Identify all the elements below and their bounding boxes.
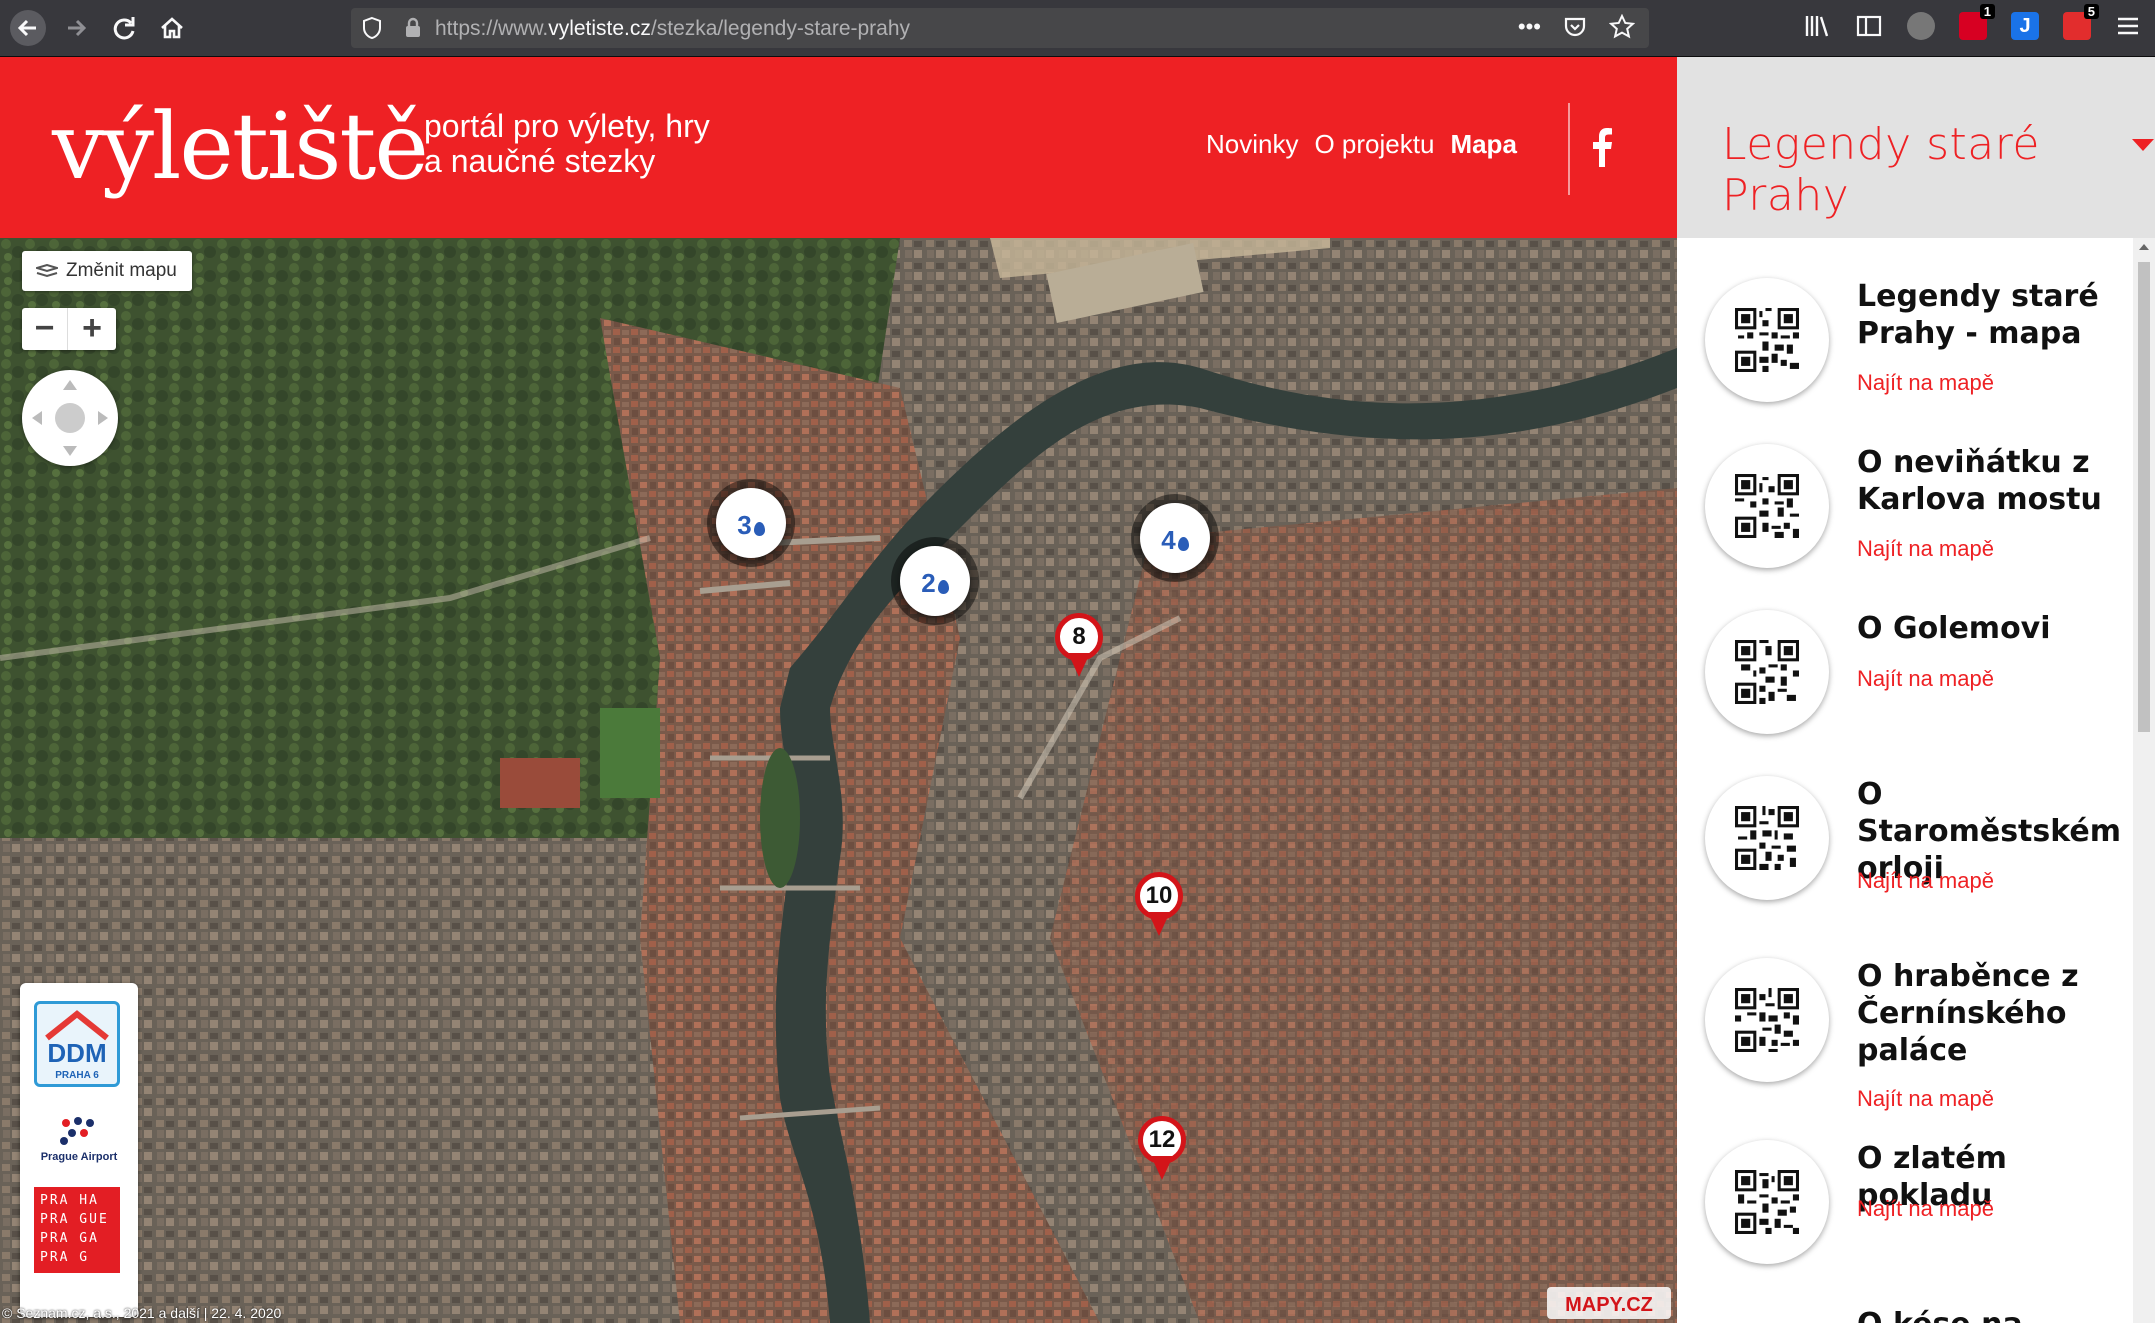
home-icon	[161, 17, 183, 39]
pan-knob[interactable]	[55, 403, 85, 433]
find-on-map-link[interactable]: Najít na mapě	[1857, 666, 1994, 692]
praha-logo[interactable]: PRA HA PRA GUE PRA GA PRA G	[34, 1187, 120, 1273]
zoom-in-button[interactable]: +	[69, 308, 115, 350]
map-cluster-marker[interactable]: 2	[900, 546, 970, 616]
site-header: výletiště portál pro výlety, hry a naučn…	[0, 57, 1677, 238]
svg-text:MAPY.CZ: MAPY.CZ	[1565, 1294, 1653, 1316]
map-pin-marker[interactable]: 12	[1138, 1116, 1188, 1180]
qr-code-icon[interactable]	[1705, 776, 1829, 900]
scrollbar-thumb[interactable]	[2138, 262, 2150, 732]
qr-code-graphic	[1735, 1170, 1799, 1234]
extension-stack-icon[interactable]: 5	[2063, 4, 2099, 40]
qr-code-icon[interactable]	[1705, 278, 1829, 402]
chevron-down-icon[interactable]	[2132, 139, 2154, 151]
nav-link-mapa[interactable]: Mapa	[1450, 129, 1516, 160]
location-drop-icon	[937, 580, 949, 594]
library-icon[interactable]	[1803, 13, 1831, 39]
partner-logos: DDM PRAHA 6 Prague Airport PRA HA PRA GU…	[20, 983, 138, 1317]
sidebar-scrollbar[interactable]	[2133, 238, 2155, 1323]
map-view[interactable]: Změnit mapu − + 3 2 4 8 10 12 DDM PRAHA …	[0, 238, 1677, 1323]
shield-icon[interactable]	[361, 16, 383, 40]
svg-text:DDM: DDM	[47, 1038, 106, 1068]
pan-right-icon[interactable]	[98, 411, 108, 425]
trail-header[interactable]: Legendy staré Prahy	[1677, 57, 2155, 238]
address-bar[interactable]: https://www.vyletiste.cz/stezka/legendy-…	[351, 8, 1649, 48]
lock-icon[interactable]	[403, 16, 423, 40]
pan-left-icon[interactable]	[32, 411, 42, 425]
facebook-icon[interactable]	[1590, 127, 1614, 167]
bookmark-star-icon[interactable]	[1609, 14, 1635, 40]
stop-title[interactable]: O kése na	[1857, 1306, 2125, 1323]
location-drop-icon	[1177, 537, 1189, 551]
change-map-button[interactable]: Změnit mapu	[22, 251, 192, 291]
nav-link-novinky[interactable]: Novinky	[1206, 129, 1298, 160]
find-on-map-link[interactable]: Najít na mapě	[1857, 1196, 1994, 1222]
map-pin-marker[interactable]: 10	[1135, 872, 1185, 936]
header-divider	[1568, 103, 1570, 195]
browser-toolbar: https://www.vyletiste.cz/stezka/legendy-…	[0, 0, 2155, 57]
find-on-map-link[interactable]: Najít na mapě	[1857, 1086, 1994, 1112]
pocket-icon[interactable]	[1563, 14, 1587, 40]
arrow-left-icon	[17, 19, 36, 37]
stop-title[interactable]: Legendy staré Prahy - mapa	[1857, 278, 2125, 352]
qr-code-icon[interactable]	[1705, 444, 1829, 568]
main-nav: Novinky O projektu Mapa	[1206, 129, 1517, 160]
reload-icon	[113, 17, 135, 40]
more-actions-icon[interactable]: •••	[1518, 14, 1541, 40]
qr-code-icon[interactable]	[1705, 958, 1829, 1082]
prague-airport-logo[interactable]: Prague Airport	[34, 1111, 124, 1171]
mapy-cz-logo[interactable]: MAPY.CZ	[1547, 1287, 1671, 1319]
trail-title[interactable]: Legendy staré Prahy	[1722, 119, 2155, 221]
find-on-map-link[interactable]: Najít na mapě	[1857, 868, 1994, 894]
nav-link-o-projektu[interactable]: O projektu	[1314, 129, 1434, 160]
qr-code-graphic	[1735, 640, 1799, 704]
url-text[interactable]: https://www.vyletiste.cz/stezka/legendy-…	[435, 17, 910, 41]
qr-code-icon[interactable]	[1705, 610, 1829, 734]
find-on-map-link[interactable]: Najít na mapě	[1857, 370, 1994, 396]
aerial-map-image[interactable]	[0, 238, 1677, 1323]
map-cluster-marker[interactable]: 4	[1140, 503, 1210, 573]
stop-title[interactable]: O neviňátku z Karlova mostu	[1857, 444, 2125, 518]
stop-title[interactable]: O Golemovi	[1857, 610, 2125, 647]
arrow-right-icon	[68, 19, 87, 37]
pan-up-icon[interactable]	[63, 380, 77, 390]
change-map-label: Změnit mapu	[66, 260, 177, 281]
extension-dots-icon[interactable]: 1	[1959, 4, 1995, 40]
reload-button[interactable]	[106, 10, 142, 46]
pan-control[interactable]	[22, 370, 118, 466]
svg-text:PRAHA 6: PRAHA 6	[55, 1070, 99, 1081]
site-tagline: portál pro výlety, hry a naučné stezky	[424, 109, 710, 179]
qr-code-graphic	[1735, 988, 1799, 1052]
map-pin-marker[interactable]: 8	[1055, 613, 1105, 677]
qr-code-graphic	[1735, 308, 1799, 372]
site-logo[interactable]: výletiště	[52, 97, 429, 197]
sidebar-icon[interactable]	[1855, 13, 1883, 39]
map-cluster-marker[interactable]: 3	[716, 488, 786, 558]
location-drop-icon	[753, 522, 765, 536]
ddm-praha6-logo[interactable]: DDM PRAHA 6	[34, 1001, 120, 1087]
qr-code-graphic	[1735, 474, 1799, 538]
qr-code-graphic	[1735, 806, 1799, 870]
map-copyright[interactable]: © Seznam.cz, a.s., 2021 a další | 22. 4.…	[2, 1305, 281, 1321]
stop-title[interactable]: O hraběnce z Černínského paláce	[1857, 958, 2125, 1069]
scroll-up-icon[interactable]	[2139, 244, 2149, 250]
hamburger-menu-icon[interactable]	[2115, 14, 2141, 38]
tagline-line-1: portál pro výlety, hry	[424, 108, 710, 144]
home-button[interactable]	[154, 10, 190, 46]
stops-list[interactable]: Legendy staré Prahy - mapa Najít na mapě…	[1677, 238, 2155, 1323]
zoom-control: − +	[22, 308, 116, 350]
back-button[interactable]	[10, 10, 46, 46]
airport-logo-text: Prague Airport	[40, 1151, 118, 1163]
tagline-line-2: a naučné stezky	[424, 143, 656, 179]
find-on-map-link[interactable]: Najít na mapě	[1857, 536, 1994, 562]
pan-down-icon[interactable]	[63, 446, 77, 456]
qr-code-icon[interactable]	[1705, 1140, 1829, 1264]
account-avatar-icon[interactable]	[1907, 12, 1935, 40]
forward-button[interactable]	[58, 10, 94, 46]
extension-j-icon[interactable]: J	[2011, 12, 2039, 40]
layers-icon	[36, 264, 58, 278]
zoom-out-button[interactable]: −	[22, 308, 68, 350]
